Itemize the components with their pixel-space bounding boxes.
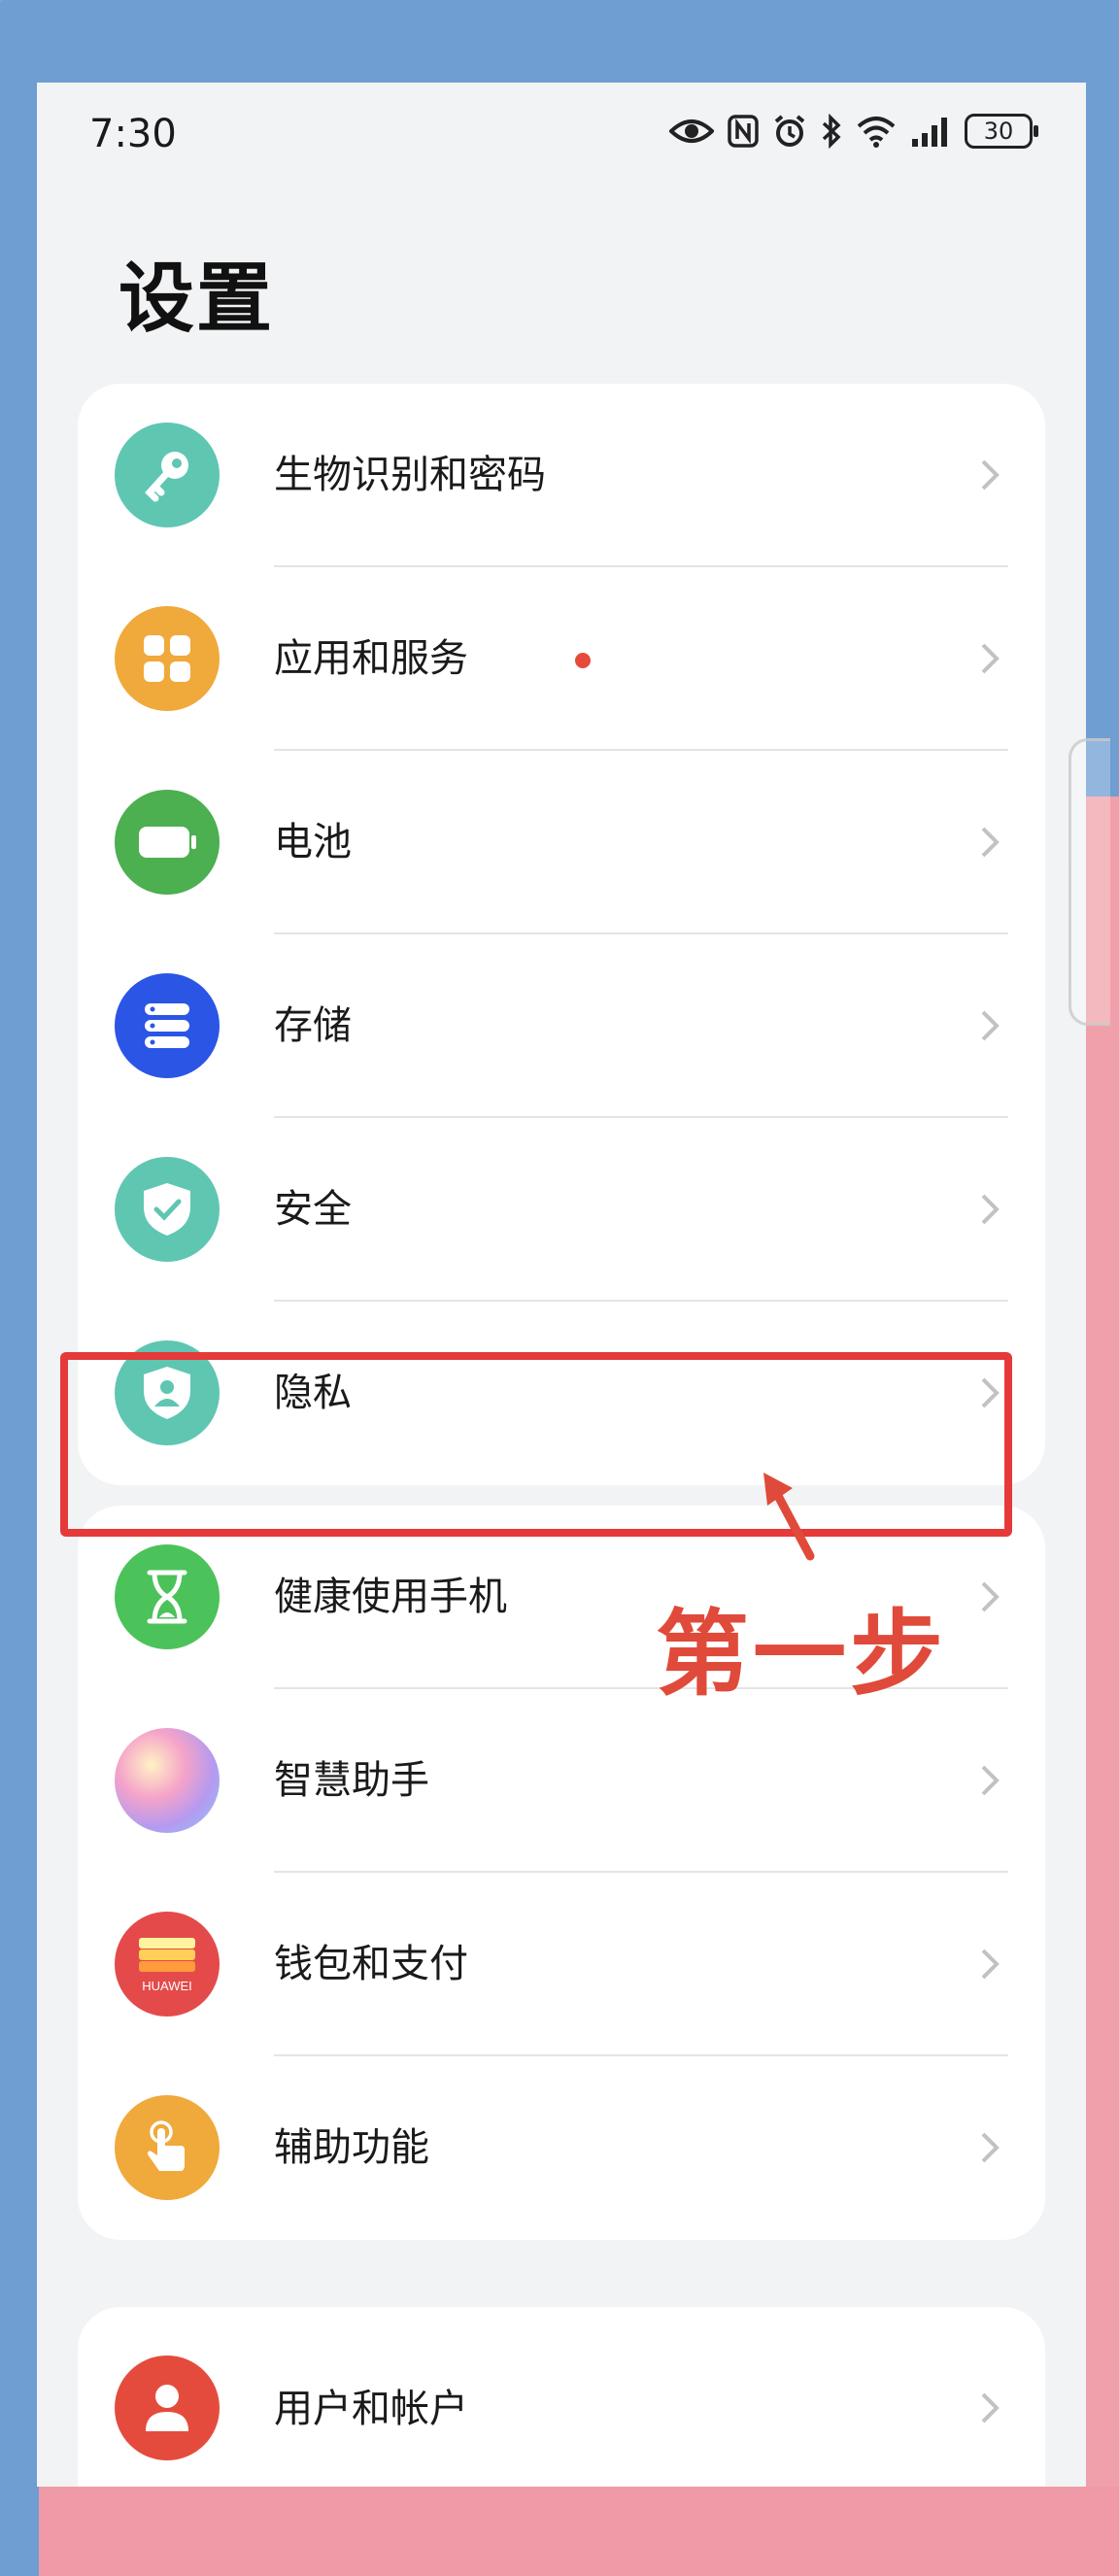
chevron-right-icon bbox=[981, 2392, 1000, 2423]
settings-item-label: 应用和服务 bbox=[274, 636, 468, 681]
settings-item-apps-services[interactable]: 应用和服务 bbox=[78, 567, 1045, 751]
key-icon bbox=[115, 423, 220, 527]
apps-grid-icon bbox=[115, 606, 220, 711]
chevron-right-icon bbox=[981, 459, 1000, 491]
settings-item-label: 安全 bbox=[274, 1187, 352, 1232]
chevron-right-icon bbox=[981, 827, 1000, 858]
settings-screen: 7:30 30 设置 生物识别和密码 应用和服务 电池 存储 安全 隐私 健康使… bbox=[37, 83, 1086, 2487]
settings-item-wallet[interactable]: HUAWEI 钱包和支付 bbox=[78, 1873, 1045, 2056]
eye-comfort-icon bbox=[669, 117, 714, 146]
settings-item-label: 电池 bbox=[274, 820, 352, 864]
page-title: 设置 bbox=[119, 255, 275, 343]
settings-item-security[interactable]: 安全 bbox=[78, 1118, 1045, 1302]
settings-item-label: 辅助功能 bbox=[274, 2125, 429, 2170]
settings-item-label: 存储 bbox=[274, 1003, 352, 1048]
settings-item-label: 用户和帐户 bbox=[274, 2387, 468, 2431]
alarm-icon bbox=[772, 114, 807, 149]
settings-group-1: 生物识别和密码 应用和服务 电池 存储 安全 隐私 bbox=[78, 384, 1045, 1485]
side-scroll-handle[interactable] bbox=[1068, 738, 1110, 1026]
status-time: 7:30 bbox=[89, 112, 177, 156]
background-pink-bottom bbox=[39, 2487, 1119, 2576]
nfc-icon bbox=[728, 115, 759, 148]
settings-item-label: 生物识别和密码 bbox=[274, 453, 546, 497]
settings-item-label: 智慧助手 bbox=[274, 1758, 429, 1803]
settings-item-battery[interactable]: 电池 bbox=[78, 751, 1045, 934]
status-bar: 7:30 30 bbox=[37, 83, 1086, 189]
step-annotation: 第一步 bbox=[656, 1600, 947, 1709]
chevron-right-icon bbox=[981, 1765, 1000, 1796]
assistant-orb-icon bbox=[115, 1728, 220, 1833]
settings-item-storage[interactable]: 存储 bbox=[78, 934, 1045, 1118]
arrow-up-icon bbox=[763, 1473, 815, 1561]
notification-dot bbox=[575, 653, 591, 668]
bluetooth-icon bbox=[821, 114, 842, 149]
wifi-icon bbox=[856, 115, 897, 148]
settings-item-biometrics[interactable]: 生物识别和密码 bbox=[78, 384, 1045, 567]
wallet-icon: HUAWEI bbox=[115, 1912, 220, 2017]
battery-icon bbox=[115, 790, 220, 895]
storage-icon bbox=[115, 973, 220, 1078]
settings-item-users-accounts[interactable]: 用户和帐户 bbox=[78, 2307, 1045, 2487]
chevron-right-icon bbox=[981, 1949, 1000, 1980]
settings-item-accessibility[interactable]: 辅助功能 bbox=[78, 2056, 1045, 2240]
settings-group-3: 用户和帐户 bbox=[78, 2307, 1045, 2487]
chevron-right-icon bbox=[981, 1010, 1000, 1041]
user-icon bbox=[115, 2356, 220, 2460]
hourglass-icon bbox=[115, 1544, 220, 1649]
chevron-right-icon bbox=[981, 1194, 1000, 1225]
chevron-right-icon bbox=[981, 2132, 1000, 2163]
highlight-box bbox=[60, 1352, 1012, 1537]
wallet-brand-text: HUAWEI bbox=[142, 1978, 192, 1993]
chevron-right-icon bbox=[981, 1581, 1000, 1612]
battery-indicator: 30 bbox=[965, 114, 1038, 149]
signal-icon bbox=[910, 116, 951, 147]
chevron-right-icon bbox=[981, 643, 1000, 674]
status-icons: 30 bbox=[669, 114, 1038, 149]
hand-tap-icon bbox=[115, 2095, 220, 2200]
shield-check-icon bbox=[115, 1157, 220, 1262]
settings-item-smart-assistant[interactable]: 智慧助手 bbox=[78, 1689, 1045, 1873]
settings-item-label: 钱包和支付 bbox=[274, 1942, 468, 1986]
